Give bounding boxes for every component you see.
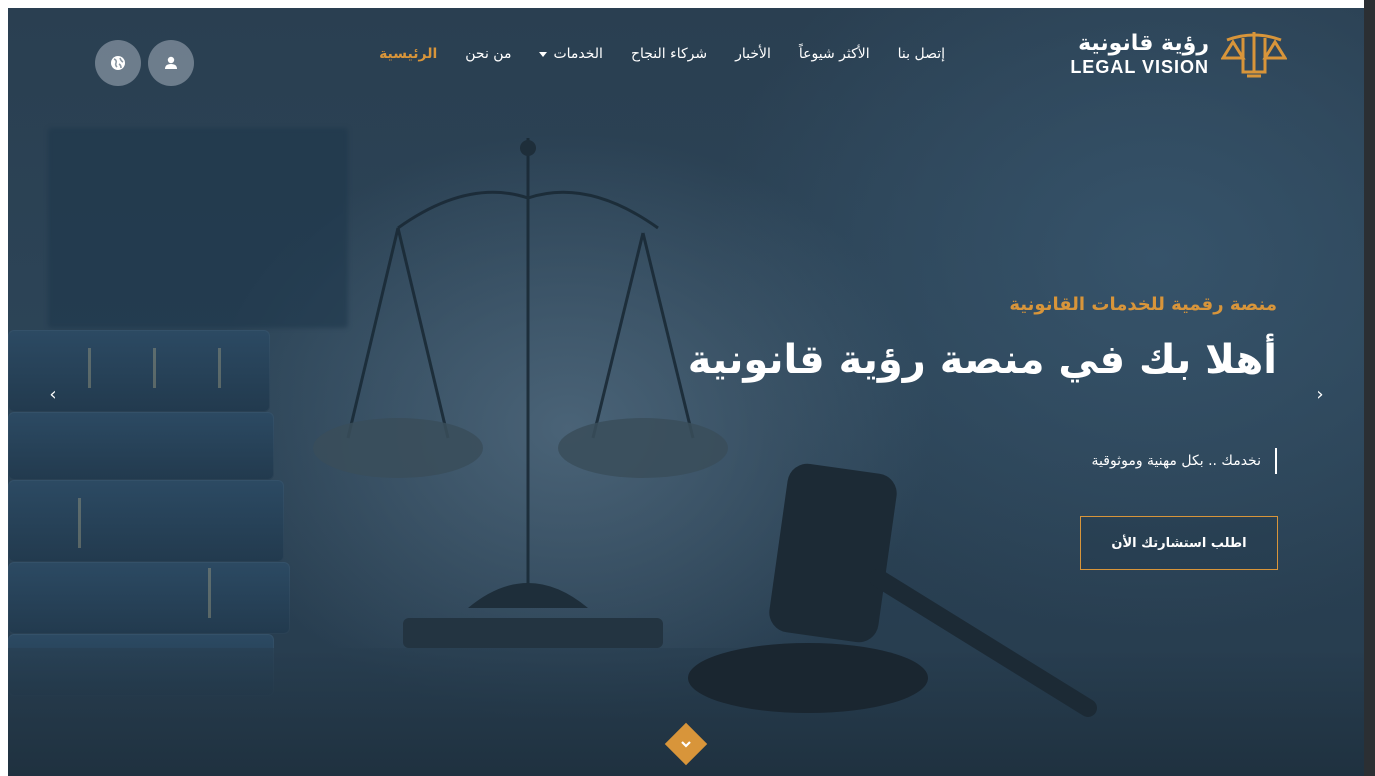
book-band [88,348,91,388]
nav-item-partners[interactable]: شركاء النجاح [631,46,707,62]
chevron-down-icon [539,51,548,57]
chevron-right-icon: › [1316,383,1324,405]
user-icon [165,56,177,69]
bookshelf-background [48,128,348,328]
site-logo[interactable]: رؤية قانونية LEGAL VISION [1070,28,1287,80]
cta-label: اطلب استشارتك الأن [1111,535,1247,551]
logo-text: رؤية قانونية LEGAL VISION [1070,31,1209,77]
book-band [208,568,211,618]
main-navigation: الرئيسية من نحن الخدمات شركاء النجاح الأ… [379,46,945,62]
hero-title: أهلا بك في منصة رؤية قانونية [687,337,1277,383]
nav-item-about[interactable]: من نحن [465,46,511,62]
chevron-left-icon: ‹ [49,383,57,405]
nav-item-services[interactable]: الخدمات [539,46,603,62]
nav-item-home[interactable]: الرئيسية [379,46,437,62]
nav-label: الخدمات [553,46,603,62]
scales-logo-icon [1221,32,1287,78]
nav-label: شركاء النجاح [630,46,708,62]
hero-tagline: نخدمك .. بكل مهنية وموثوقية [1092,448,1277,474]
window-edge [1364,0,1375,776]
book-band [218,348,221,388]
globe-icon [111,56,125,70]
nav-label: الرئيسية [379,46,438,62]
book-decoration [8,412,274,480]
slider-next-button[interactable]: › [1310,382,1330,406]
hero-subtitle: منصة رقمية للخدمات القانونية [1009,294,1277,315]
book-decoration [8,480,284,562]
hero-heading-group: منصة رقمية للخدمات القانونية أهلا بك في … [688,294,1277,383]
tagline-divider [1275,448,1277,474]
nav-item-news[interactable]: الأخبار [735,46,771,62]
tagline-text: نخدمك .. بكل مهنية وموثوقية [1091,453,1261,469]
nav-label: إتصل بنا [897,46,945,62]
slider-prev-button[interactable]: ‹ [43,382,63,406]
hero-section [8,8,1364,776]
gavel-illustration [688,463,1097,717]
chevron-down-icon [681,741,691,748]
nav-label: الأخبار [735,46,771,62]
book-band [153,348,156,388]
nav-label: من نحن [465,46,512,62]
nav-label: الأكثر شيوعاً [798,46,870,62]
book-band [78,498,81,548]
nav-item-contact[interactable]: إتصل بنا [898,46,945,62]
language-button[interactable] [95,40,141,86]
request-consultation-button[interactable]: اطلب استشارتك الأن [1080,516,1278,570]
logo-english: LEGAL VISION [1070,57,1209,77]
nav-item-faq[interactable]: الأكثر شيوعاً [799,46,870,62]
user-account-button[interactable] [148,40,194,86]
book-decoration [8,562,290,634]
logo-arabic: رؤية قانونية [1078,31,1209,56]
